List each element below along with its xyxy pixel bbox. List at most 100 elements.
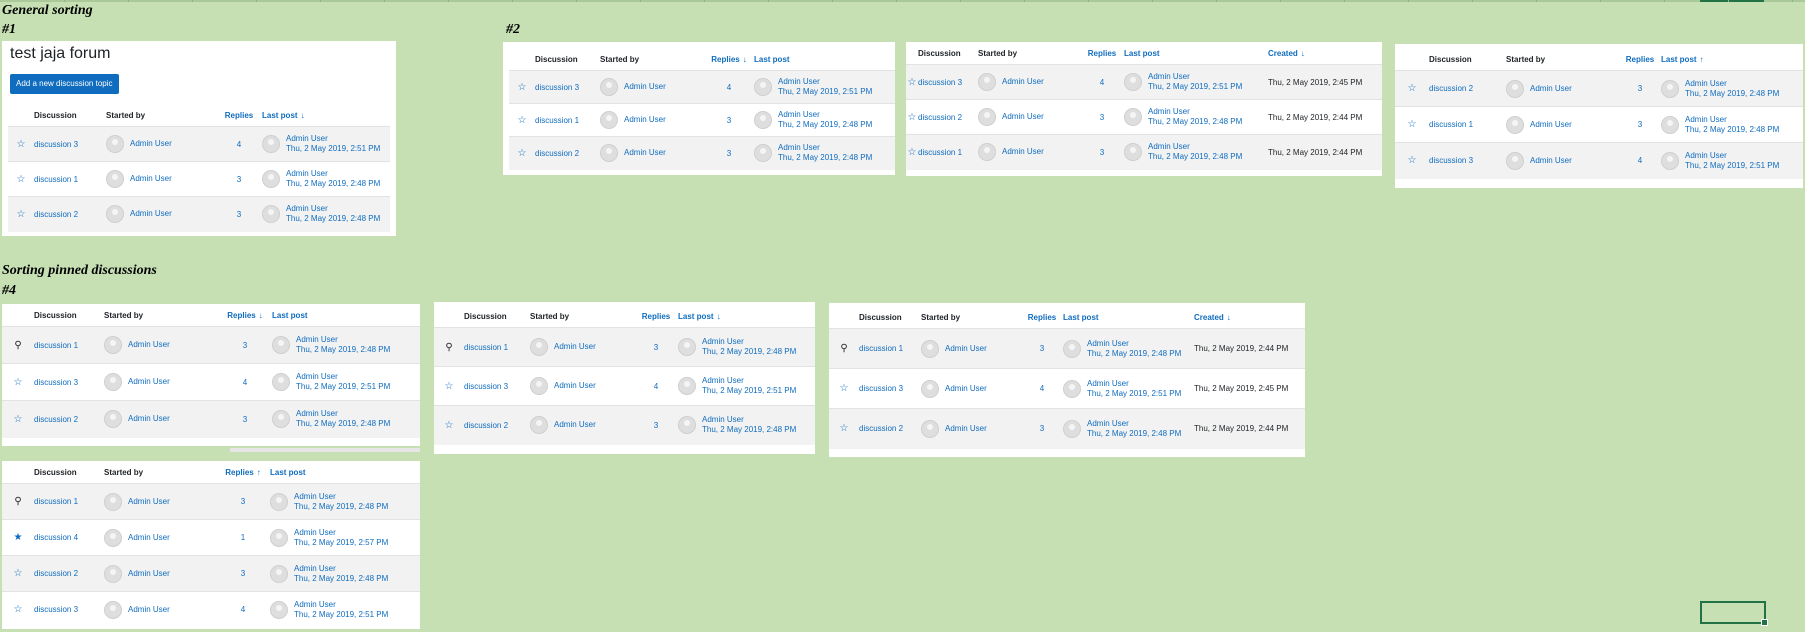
discussion-link[interactable]: discussion 3 (34, 605, 78, 614)
avatar[interactable] (678, 416, 696, 435)
replies-count[interactable]: 4 (1021, 368, 1063, 409)
col-discussion[interactable]: Discussion (34, 104, 106, 127)
last-post-date-link[interactable]: Thu, 2 May 2019, 2:48 PM (1148, 117, 1242, 127)
col-last-post[interactable]: Last post (1124, 42, 1268, 65)
starter-link[interactable]: Admin User (130, 209, 172, 218)
last-post-user-link[interactable]: Admin User (1148, 107, 1242, 117)
col-last-post[interactable]: Last post ↓ (678, 305, 815, 328)
discussion-link[interactable]: discussion 1 (34, 341, 78, 350)
last-post-user-link[interactable]: Admin User (294, 492, 388, 502)
add-discussion-button[interactable]: Add a new discussion topic (10, 74, 119, 94)
avatar[interactable] (600, 144, 618, 163)
discussion-link[interactable]: discussion 2 (1429, 84, 1473, 93)
discussion-link[interactable]: discussion 2 (464, 421, 508, 430)
star-icon[interactable]: ☆ (434, 381, 464, 392)
avatar[interactable] (1063, 339, 1081, 358)
discussion-link[interactable]: discussion 3 (34, 378, 78, 387)
last-post-date-link[interactable]: Thu, 2 May 2019, 2:51 PM (286, 144, 380, 154)
avatar[interactable] (754, 111, 772, 129)
avatar[interactable] (1661, 79, 1679, 98)
replies-count[interactable]: 3 (1080, 99, 1124, 135)
star-icon[interactable]: ☆ (8, 209, 34, 220)
discussion-link[interactable]: discussion 3 (859, 384, 903, 393)
col-started-by[interactable]: Started by (921, 306, 1021, 329)
avatar[interactable] (272, 336, 290, 354)
avatar[interactable] (1124, 143, 1142, 162)
last-post-date-link[interactable]: Thu, 2 May 2019, 2:48 PM (286, 214, 380, 224)
discussion-link[interactable]: discussion 4 (34, 533, 78, 542)
avatar[interactable] (921, 419, 939, 438)
replies-count[interactable]: 3 (216, 555, 270, 592)
col-discussion[interactable]: Discussion (1429, 48, 1506, 71)
replies-count[interactable]: 4 (1080, 64, 1124, 100)
avatar[interactable] (106, 170, 124, 188)
discussion-link[interactable]: discussion 2 (34, 210, 78, 219)
last-post-user-link[interactable]: Admin User (286, 169, 380, 179)
avatar[interactable] (262, 170, 280, 188)
starter-link[interactable]: Admin User (1002, 77, 1044, 86)
col-started-by[interactable]: Started by (600, 48, 704, 71)
starter-link[interactable]: Admin User (130, 139, 172, 148)
discussion-link[interactable]: discussion 3 (535, 83, 579, 92)
last-post-date-link[interactable]: Thu, 2 May 2019, 2:48 PM (296, 419, 390, 429)
discussion-link[interactable]: discussion 1 (859, 344, 903, 353)
discussion-link[interactable]: discussion 2 (859, 424, 903, 433)
col-replies[interactable]: Replies (634, 305, 678, 328)
starter-link[interactable]: Admin User (130, 174, 172, 183)
avatar[interactable] (1661, 115, 1679, 134)
star-icon[interactable]: ☆ (906, 112, 918, 123)
discussion-link[interactable]: discussion 1 (34, 497, 78, 506)
starter-link[interactable]: Admin User (554, 381, 596, 390)
replies-count[interactable]: 4 (218, 363, 272, 401)
replies-count[interactable]: 3 (218, 400, 272, 438)
avatar[interactable] (1063, 379, 1081, 398)
starter-link[interactable]: Admin User (1530, 84, 1572, 93)
col-started-by[interactable]: Started by (104, 304, 218, 327)
starter-link[interactable]: Admin User (1530, 120, 1572, 129)
col-replies[interactable]: Replies ↓ (704, 48, 754, 71)
col-replies[interactable]: Replies ↓ (218, 304, 272, 327)
replies-count[interactable]: 3 (216, 483, 270, 520)
starter-link[interactable]: Admin User (128, 605, 170, 614)
replies-count[interactable]: 3 (1021, 408, 1063, 449)
last-post-user-link[interactable]: Admin User (1148, 142, 1242, 152)
replies-count[interactable]: 3 (216, 161, 262, 197)
col-discussion[interactable]: Discussion (464, 305, 530, 328)
last-post-user-link[interactable]: Admin User (286, 134, 380, 144)
last-post-user-link[interactable]: Admin User (778, 143, 872, 153)
starter-link[interactable]: Admin User (945, 424, 987, 433)
avatar[interactable] (104, 564, 122, 583)
col-last-post[interactable]: Last post (272, 304, 420, 327)
replies-count[interactable]: 3 (1021, 328, 1063, 369)
last-post-user-link[interactable]: Admin User (1087, 339, 1181, 349)
pin-icon[interactable]: ⚲ (2, 496, 34, 507)
last-post-user-link[interactable]: Admin User (1148, 72, 1242, 82)
col-started-by[interactable]: Started by (978, 42, 1080, 65)
discussion-link[interactable]: discussion 2 (535, 149, 579, 158)
avatar[interactable] (262, 135, 280, 153)
discussion-link[interactable]: discussion 1 (464, 343, 508, 352)
discussion-link[interactable]: discussion 2 (918, 113, 962, 122)
last-post-user-link[interactable]: Admin User (1087, 419, 1181, 429)
avatar[interactable] (1506, 151, 1524, 170)
last-post-date-link[interactable]: Thu, 2 May 2019, 2:51 PM (1148, 82, 1242, 92)
starter-link[interactable]: Admin User (554, 342, 596, 351)
col-last-post[interactable]: Last post ↑ (1661, 48, 1803, 71)
avatar[interactable] (978, 108, 996, 126)
avatar[interactable] (104, 336, 122, 354)
starter-link[interactable]: Admin User (128, 533, 170, 542)
starter-link[interactable]: Admin User (128, 377, 170, 386)
avatar[interactable] (678, 377, 696, 395)
last-post-date-link[interactable]: Thu, 2 May 2019, 2:48 PM (702, 425, 796, 435)
starter-link[interactable]: Admin User (128, 340, 170, 349)
last-post-user-link[interactable]: Admin User (296, 409, 390, 419)
pin-icon[interactable]: ⚲ (434, 342, 464, 353)
avatar[interactable] (270, 600, 288, 619)
replies-count[interactable]: 3 (704, 103, 754, 137)
avatar[interactable] (104, 492, 122, 511)
star-icon[interactable]: ☆ (829, 383, 859, 394)
last-post-date-link[interactable]: Thu, 2 May 2019, 2:48 PM (294, 574, 388, 584)
avatar[interactable] (106, 135, 124, 153)
last-post-user-link[interactable]: Admin User (702, 337, 796, 347)
last-post-date-link[interactable]: Thu, 2 May 2019, 2:48 PM (702, 347, 796, 357)
